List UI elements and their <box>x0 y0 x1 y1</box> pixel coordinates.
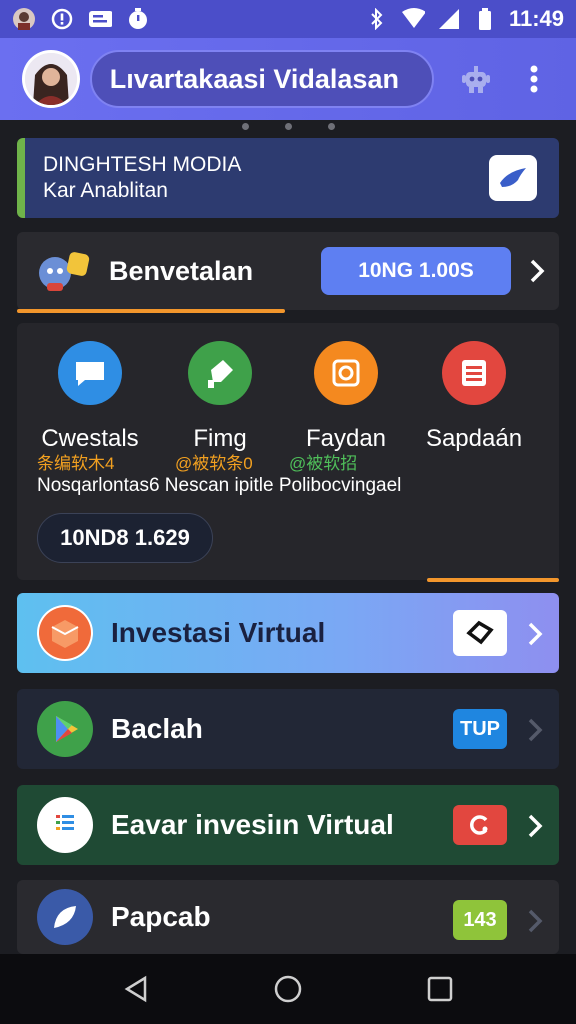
refresh-icon[interactable] <box>453 805 507 845</box>
chevron-right-icon[interactable] <box>529 258 545 284</box>
banner-subtitle: Kar Anablitan <box>43 179 168 202</box>
list-row-papcab[interactable]: Papcab 143 <box>17 880 559 954</box>
grid-cta-button[interactable]: 10ND8 1.629 <box>37 513 213 563</box>
banner-title: DINGHTESH MODIA <box>43 153 242 176</box>
page-indicator <box>0 120 576 132</box>
register-icon <box>442 341 506 405</box>
gift-icon <box>314 341 378 405</box>
chat-icon <box>58 341 122 405</box>
row-label: Investasi Virtual <box>111 617 326 648</box>
mascot-icon <box>39 252 90 291</box>
back-icon[interactable] <box>121 974 151 1004</box>
chevron-right-icon[interactable] <box>527 717 543 743</box>
chevron-right-icon[interactable] <box>527 908 543 934</box>
person-icon <box>25 53 77 105</box>
list-row-investasi[interactable]: Investasi Virtual <box>17 593 559 673</box>
section-title: Benvetalan <box>109 255 254 286</box>
grid-sub-c: @被软招 <box>289 454 358 473</box>
list-row-baclah[interactable]: Baclah TUP <box>17 689 559 769</box>
plug-icon <box>188 341 252 405</box>
chevron-right-icon[interactable] <box>527 621 543 647</box>
wifi-icon <box>401 7 425 31</box>
grid-item-3[interactable]: Faydan <box>281 341 411 453</box>
promo-banner[interactable]: DINGHTESH MODIA Kar Anablitan <box>17 138 559 218</box>
more-vert-icon[interactable] <box>514 59 554 99</box>
row-label: Eavar invesiın Virtual <box>111 809 394 840</box>
app-bar: Lıvartakaasi Vidalasan <box>0 38 576 120</box>
profile-avatar[interactable] <box>22 50 80 108</box>
tag-icon[interactable] <box>453 610 507 656</box>
status-bar: 11:49 <box>0 0 576 38</box>
alert-icon <box>50 7 74 31</box>
system-nav-bar <box>0 954 576 1024</box>
section-action-button[interactable]: 10NG 1.00S <box>321 247 511 295</box>
battery-icon <box>473 7 497 31</box>
recents-icon[interactable] <box>425 974 455 1004</box>
leaf-icon <box>37 889 93 945</box>
grid-underline <box>427 578 559 582</box>
clock-time: 11:49 <box>508 6 564 31</box>
row-badge: TUP <box>453 709 507 749</box>
home-icon[interactable] <box>273 974 303 1004</box>
row-label: Papcab <box>111 901 211 932</box>
grid-item-label: Sapdaán <box>425 425 523 452</box>
bird-icon[interactable] <box>489 155 537 201</box>
avatar-icon <box>12 7 36 31</box>
robot-icon[interactable] <box>456 59 496 99</box>
row-badge: 143 <box>453 900 507 940</box>
bluetooth-icon <box>365 7 389 31</box>
list-row-eavar[interactable]: Eavar invesiın Virtual <box>17 785 559 865</box>
grid-item-2[interactable]: Fimg <box>155 341 285 453</box>
row-label: Baclah <box>111 713 203 744</box>
grid-sub-a: 条编软木4 <box>37 454 115 473</box>
clock-icon <box>126 7 150 31</box>
grid-item-4[interactable]: Sapdaán <box>409 341 539 453</box>
signal-icon <box>437 7 461 31</box>
grid-sub-b: @被软条0 <box>175 454 253 473</box>
list-chat-icon <box>37 797 93 853</box>
tab-underline <box>17 309 285 313</box>
grid-item-1[interactable]: Cwestals <box>25 341 155 453</box>
section-header: Benvetalan 10NG 1.00S <box>17 232 559 313</box>
app-title[interactable]: Lıvartakaasi Vidalasan <box>89 50 435 108</box>
cube-icon <box>37 605 93 661</box>
grid-caption: Nosqarlontas6 Nescan ipitle Polibocvinga… <box>37 475 402 496</box>
shortcut-grid: Cwestals Fimg Faydan Sapdaán 条编软木4 @被软条0… <box>17 323 559 582</box>
play-store-icon <box>37 701 93 757</box>
mail-icon <box>88 7 112 31</box>
chevron-right-icon[interactable] <box>527 813 543 839</box>
